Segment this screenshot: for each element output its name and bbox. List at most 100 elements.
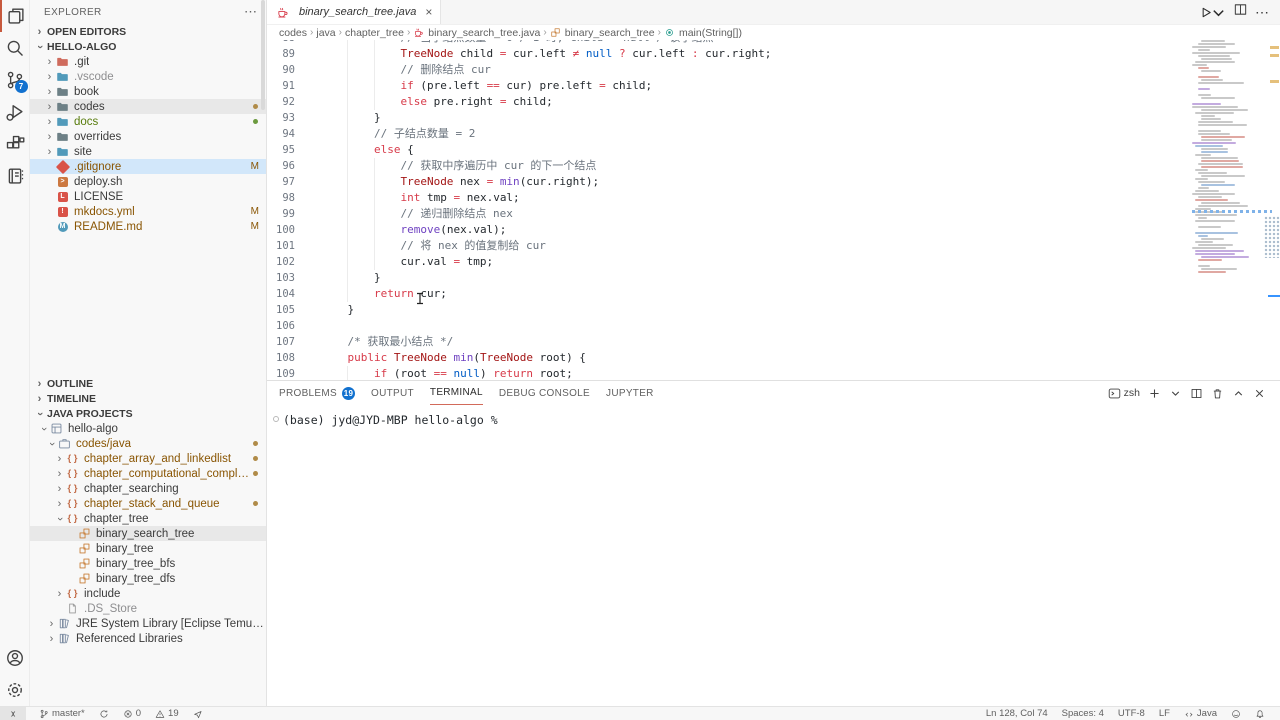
status-problems-warnings[interactable]: 19 bbox=[148, 707, 186, 720]
line-number[interactable]: 107 bbox=[267, 334, 307, 350]
code-line-102[interactable]: 102cur.val = tmp; bbox=[267, 254, 1190, 270]
tree-item-mkdocs-yml[interactable]: ›!mkdocs.ymlM bbox=[30, 204, 266, 219]
code-line-109[interactable]: 109if (root == null) return root; bbox=[267, 366, 1190, 381]
line-number[interactable]: 95 bbox=[267, 142, 307, 158]
kill-terminal-button[interactable] bbox=[1211, 387, 1224, 400]
code-line-99[interactable]: 99// 递归删除结点 nex bbox=[267, 206, 1190, 222]
line-number[interactable]: 102 bbox=[267, 254, 307, 270]
tree-item-book[interactable]: ›book bbox=[30, 84, 266, 99]
panel-tab-jupyter[interactable]: JUPYTER bbox=[606, 381, 654, 405]
code-line-89[interactable]: 89TreeNode child = cur.left ≠ null ? cur… bbox=[267, 46, 1190, 62]
close-panel-button[interactable] bbox=[1253, 387, 1266, 400]
line-number[interactable]: 105 bbox=[267, 302, 307, 318]
tree-item--gitignore[interactable]: ›.gitignoreM bbox=[30, 159, 266, 174]
code-line-101[interactable]: 101// 将 nex 的值复制给 cur bbox=[267, 238, 1190, 254]
line-number[interactable]: 90 bbox=[267, 62, 307, 78]
tree-item-hello-algo[interactable]: ›hello-algo bbox=[30, 421, 266, 436]
status-indentation[interactable]: Spaces: 4 bbox=[1055, 707, 1111, 720]
line-number[interactable]: 92 bbox=[267, 94, 307, 110]
minimap[interactable] bbox=[1192, 40, 1268, 380]
section-open-editors[interactable]: › OPEN EDITORS bbox=[30, 24, 266, 39]
line-number[interactable]: 103 bbox=[267, 270, 307, 286]
tree-item-codes[interactable]: ›codes bbox=[30, 99, 266, 114]
line-number[interactable]: 97 bbox=[267, 174, 307, 190]
tree-item--vscode[interactable]: ›.vscode bbox=[30, 69, 266, 84]
status-sync-status[interactable] bbox=[92, 707, 116, 720]
panel-tab-terminal[interactable]: TERMINAL bbox=[430, 381, 483, 405]
views-more-actions-icon[interactable]: ⋯ bbox=[244, 4, 258, 20]
code-line-94[interactable]: 94// 子结点数量 = 2 bbox=[267, 126, 1190, 142]
sidebar-scrollbar[interactable] bbox=[261, 0, 265, 110]
line-number[interactable]: 93 bbox=[267, 110, 307, 126]
tree-item-docs[interactable]: ›docs bbox=[30, 114, 266, 129]
tree-item-chapter-array-and-linkedlist[interactable]: ›{ }chapter_array_and_linkedlist bbox=[30, 451, 266, 466]
activity-notebook-icon[interactable] bbox=[0, 160, 30, 192]
section-hello-algo[interactable]: › HELLO-ALGO bbox=[30, 39, 266, 54]
code-line-103[interactable]: 103} bbox=[267, 270, 1190, 286]
tree-item-chapter-tree[interactable]: ›{ }chapter_tree bbox=[30, 511, 266, 526]
activity-extensions-icon[interactable] bbox=[0, 128, 30, 160]
code-line-107[interactable]: 107/* 获取最小结点 */ bbox=[267, 334, 1190, 350]
code-line-96[interactable]: 96// 获取中序遍历中 cur 的下一个结点 bbox=[267, 158, 1190, 174]
activity-search-icon[interactable] bbox=[0, 32, 30, 64]
status-encoding[interactable]: UTF-8 bbox=[1111, 707, 1152, 720]
terminal-profiles-dropdown-icon[interactable] bbox=[1169, 387, 1182, 400]
split-terminal-button[interactable] bbox=[1190, 387, 1203, 400]
tree-item-chapter-searching[interactable]: ›{ }chapter_searching bbox=[30, 481, 266, 496]
code-line-97[interactable]: 97TreeNode nex = min(cur.right); bbox=[267, 174, 1190, 190]
tree-item-readme-md[interactable]: ›MREADME.mdM bbox=[30, 219, 266, 234]
editor-more-actions-button[interactable]: ⋯ bbox=[1255, 4, 1270, 21]
status-remote-indicator[interactable] bbox=[0, 707, 26, 720]
breadcrumb-item[interactable]: java bbox=[316, 27, 335, 39]
tree-item-binary-tree-bfs[interactable]: ›binary_tree_bfs bbox=[30, 556, 266, 571]
code-line-92[interactable]: 92else pre.right = child; bbox=[267, 94, 1190, 110]
code-editor[interactable]: 88// 当子结点数量 = 0 / 1 时, child = null / 该子… bbox=[267, 40, 1280, 381]
section-timeline[interactable]: › TIMELINE bbox=[30, 391, 266, 406]
line-number[interactable]: 104 bbox=[267, 286, 307, 302]
activity-run-and-debug-icon[interactable] bbox=[0, 96, 30, 128]
breadcrumb-item[interactable]: binary_search_tree.java bbox=[413, 27, 540, 39]
tree-item-binary-tree[interactable]: ›binary_tree bbox=[30, 541, 266, 556]
line-number[interactable]: 91 bbox=[267, 78, 307, 94]
status-feedback-smiley[interactable] bbox=[1224, 707, 1248, 720]
breadcrumb-item[interactable]: codes bbox=[279, 27, 307, 39]
line-number[interactable]: 96 bbox=[267, 158, 307, 174]
line-number[interactable]: 101 bbox=[267, 238, 307, 254]
status-notifications-bell[interactable] bbox=[1248, 707, 1272, 720]
section-java-projects[interactable]: › JAVA PROJECTS bbox=[30, 406, 266, 421]
breadcrumb-item[interactable]: chapter_tree bbox=[345, 27, 404, 39]
activity-source-control-icon[interactable]: 7 bbox=[0, 64, 30, 96]
code-line-108[interactable]: 108public TreeNode min(TreeNode root) { bbox=[267, 350, 1190, 366]
tab-binary-search-tree[interactable]: binary_search_tree.java × bbox=[267, 0, 441, 24]
status-problems-errors[interactable]: 0 bbox=[116, 707, 148, 720]
tree-item-include[interactable]: ›{ }include bbox=[30, 586, 266, 601]
tree-item-referenced-libraries[interactable]: ›Referenced Libraries bbox=[30, 631, 266, 646]
new-terminal-button[interactable] bbox=[1148, 387, 1161, 400]
section-outline[interactable]: › OUTLINE bbox=[30, 376, 266, 391]
breadcrumb-item[interactable]: main(String[]) bbox=[664, 27, 742, 39]
code-line-91[interactable]: 91if (pre.left == cur) pre.left = child; bbox=[267, 78, 1190, 94]
activity-settings-gear-icon[interactable] bbox=[0, 674, 30, 706]
tree-item--ds-store[interactable]: ›.DS_Store bbox=[30, 601, 266, 616]
line-number[interactable]: 100 bbox=[267, 222, 307, 238]
tab-close-icon[interactable]: × bbox=[425, 5, 432, 19]
panel-tab-output[interactable]: OUTPUT bbox=[371, 381, 414, 405]
run-java-button[interactable] bbox=[1198, 5, 1226, 20]
line-number[interactable]: 109 bbox=[267, 366, 307, 381]
status-eol[interactable]: LF bbox=[1152, 707, 1177, 720]
terminal[interactable]: (base) jyd@JYD-MBP hello-algo % bbox=[267, 405, 1280, 706]
activity-account-icon[interactable] bbox=[0, 642, 30, 674]
tree-item-deploy-sh[interactable]: ›>deploy.sh bbox=[30, 174, 266, 189]
line-number[interactable]: 106 bbox=[267, 318, 307, 334]
split-editor-button[interactable] bbox=[1233, 2, 1248, 22]
code-line-106[interactable]: 106 bbox=[267, 318, 1190, 334]
code-line-93[interactable]: 93} bbox=[267, 110, 1190, 126]
tree-item-codes-java[interactable]: ›codes/java bbox=[30, 436, 266, 451]
tree-item--git[interactable]: ›.git bbox=[30, 54, 266, 69]
status-git-branch-status[interactable]: master* bbox=[32, 707, 92, 720]
code-line-90[interactable]: 90// 删除结点 cur bbox=[267, 62, 1190, 78]
terminal-profile-icon[interactable]: zsh bbox=[1108, 387, 1140, 400]
code-line-95[interactable]: 95else { bbox=[267, 142, 1190, 158]
tree-item-chapter-computational-complexity[interactable]: ›{ }chapter_computational_complexity bbox=[30, 466, 266, 481]
code-line-105[interactable]: 105} bbox=[267, 302, 1190, 318]
